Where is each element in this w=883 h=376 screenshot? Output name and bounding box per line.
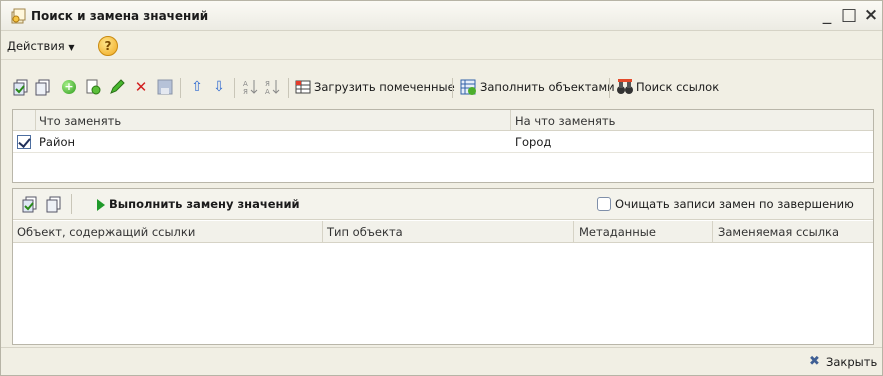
binoculars-icon	[617, 79, 633, 94]
column-header-metadata[interactable]: Метаданные	[579, 225, 656, 239]
toolbar-divider	[609, 78, 610, 98]
add-icon[interactable]: +	[60, 78, 78, 96]
title-bar: Поиск и замена значений _ □ ×	[1, 1, 882, 31]
cell-to[interactable]: Город	[515, 135, 551, 149]
deselect-all-icon[interactable]	[45, 195, 63, 213]
delete-icon[interactable]: ✕	[132, 78, 150, 96]
column-header-type[interactable]: Тип объекта	[327, 225, 403, 239]
toolbar-divider	[180, 78, 181, 98]
sort-asc-icon[interactable]: А Я	[242, 78, 260, 96]
actions-menu[interactable]: Действия ▼	[7, 39, 75, 53]
window-title: Поиск и замена значений	[31, 9, 209, 23]
close-icon: ✖	[809, 354, 820, 369]
column-divider	[510, 110, 511, 131]
close-window-button[interactable]: ×	[862, 6, 880, 24]
load-marked-label: Загрузить помеченные	[314, 80, 455, 94]
toolbar-divider	[71, 194, 72, 214]
copy-icon[interactable]	[84, 78, 102, 96]
menu-bar: Действия ▼ ?	[1, 32, 882, 60]
help-button[interactable]: ?	[98, 36, 118, 56]
deselect-all-icon[interactable]	[34, 78, 52, 96]
column-header-what[interactable]: Что заменять	[39, 114, 121, 128]
svg-text:А: А	[243, 80, 248, 88]
column-divider	[573, 221, 574, 243]
sort-desc-icon[interactable]: Я А	[264, 78, 282, 96]
move-down-icon[interactable]: ⇩	[210, 78, 228, 96]
svg-text:Я: Я	[243, 88, 248, 96]
chevron-down-icon: ▼	[68, 43, 75, 52]
column-header-object[interactable]: Объект, содержащий ссылки	[17, 225, 195, 239]
table-row[interactable]: Район Город	[13, 132, 873, 153]
column-divider	[35, 110, 36, 131]
clear-on-finish-checkbox[interactable]	[597, 197, 611, 211]
column-divider	[322, 221, 323, 243]
minimize-button[interactable]: _	[818, 6, 836, 24]
replace-toolbar: + ✕ ⇧ ⇩ А Я Я А Загрузить помеченные Зап…	[12, 72, 874, 104]
move-up-icon[interactable]: ⇧	[188, 78, 206, 96]
toolbar-divider	[452, 78, 453, 98]
row-checkbox[interactable]	[17, 135, 31, 149]
fill-table-icon	[460, 79, 476, 95]
actions-menu-label: Действия	[7, 39, 65, 53]
save-icon	[157, 79, 173, 95]
toolbar-divider	[234, 78, 235, 98]
cell-what[interactable]: Район	[39, 135, 75, 149]
results-table-header: Объект, содержащий ссылки Тип объекта Ме…	[13, 221, 873, 243]
edit-pencil-icon[interactable]	[108, 78, 126, 96]
column-header-to[interactable]: На что заменять	[515, 114, 615, 128]
results-panel: Выполнить замену значений Очищать записи…	[12, 188, 874, 345]
column-divider	[712, 221, 713, 243]
replace-table-header: Что заменять На что заменять	[13, 110, 873, 131]
select-all-icon[interactable]	[12, 78, 30, 96]
table-load-icon	[295, 80, 311, 94]
close-label: Закрыть	[826, 355, 878, 369]
select-all-icon[interactable]	[21, 195, 39, 213]
toolbar-divider	[288, 78, 289, 98]
execute-replace-label: Выполнить замену значений	[109, 197, 300, 211]
svg-text:А: А	[265, 88, 270, 96]
clear-on-finish-label[interactable]: Очищать записи замен по завершению	[615, 197, 854, 211]
fill-objects-label: Заполнить объектами	[480, 80, 615, 94]
maximize-button[interactable]: □	[840, 6, 858, 24]
column-header-replaced-link[interactable]: Заменяемая ссылка	[718, 225, 839, 239]
replace-table: Что заменять На что заменять Район Город	[12, 109, 874, 183]
results-toolbar: Выполнить замену значений Очищать записи…	[13, 189, 873, 220]
search-replace-window: Поиск и замена значений _ □ × Действия ▼…	[0, 0, 883, 376]
play-icon	[97, 199, 105, 211]
form-icon	[11, 8, 26, 24]
footer-bar: ✖ Закрыть	[1, 347, 882, 375]
svg-text:Я: Я	[265, 80, 270, 88]
find-links-label: Поиск ссылок	[636, 80, 720, 94]
